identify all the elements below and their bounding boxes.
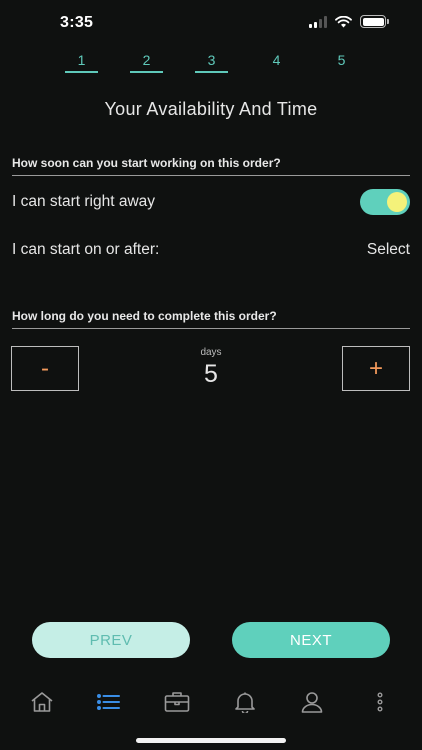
increment-days-button[interactable]: + [342, 346, 410, 391]
days-value: 5 [204, 360, 218, 388]
tab-profile[interactable] [290, 684, 334, 720]
wifi-icon [335, 15, 352, 27]
tab-notifications[interactable] [223, 684, 267, 720]
page-title: Your Availability And Time [104, 99, 318, 119]
status-bar: 3:35 [0, 0, 422, 46]
step-3[interactable]: 3 [195, 52, 228, 73]
start-question-label: How soon can you start working on this o… [12, 156, 410, 176]
status-icons [309, 15, 389, 28]
step-4[interactable]: 4 [260, 52, 293, 73]
order-availability-screen: 3:35 1 2 3 4 5 Your Availability And Tim… [0, 0, 422, 750]
start-after-row: I can start on or after: Select [12, 240, 410, 260]
toggle-knob [387, 192, 407, 212]
bell-icon [234, 692, 255, 713]
start-date-select[interactable]: Select [367, 241, 410, 259]
tab-more[interactable] [358, 684, 402, 720]
home-indicator [136, 738, 286, 743]
step-2[interactable]: 2 [130, 52, 163, 73]
duration-question-label: How long do you need to complete this or… [12, 309, 410, 329]
tab-home[interactable] [20, 684, 64, 720]
decrement-days-button[interactable]: - [11, 346, 79, 391]
next-button[interactable]: NEXT [232, 622, 390, 658]
days-display: days 5 [160, 347, 262, 389]
start-after-label: I can start on or after: [12, 241, 160, 258]
start-right-away-row: I can start right away [12, 189, 410, 215]
battery-icon [360, 15, 389, 28]
step-indicator: 1 2 3 4 5 [65, 52, 358, 73]
status-time: 3:35 [60, 14, 94, 31]
more-icon [377, 692, 383, 712]
start-right-away-toggle[interactable] [360, 189, 410, 215]
home-icon [31, 692, 53, 712]
tab-jobs[interactable] [155, 684, 199, 720]
list-icon [97, 694, 121, 710]
profile-icon [302, 692, 323, 713]
cellular-signal-icon [309, 15, 327, 28]
bottom-tab-bar [0, 684, 422, 720]
start-right-away-label: I can start right away [12, 193, 156, 210]
prev-button[interactable]: PREV [32, 622, 190, 658]
step-5[interactable]: 5 [325, 52, 358, 73]
days-unit-label: days [200, 347, 222, 358]
tab-orders[interactable] [87, 684, 131, 720]
step-1[interactable]: 1 [65, 52, 98, 73]
briefcase-icon [164, 692, 190, 712]
